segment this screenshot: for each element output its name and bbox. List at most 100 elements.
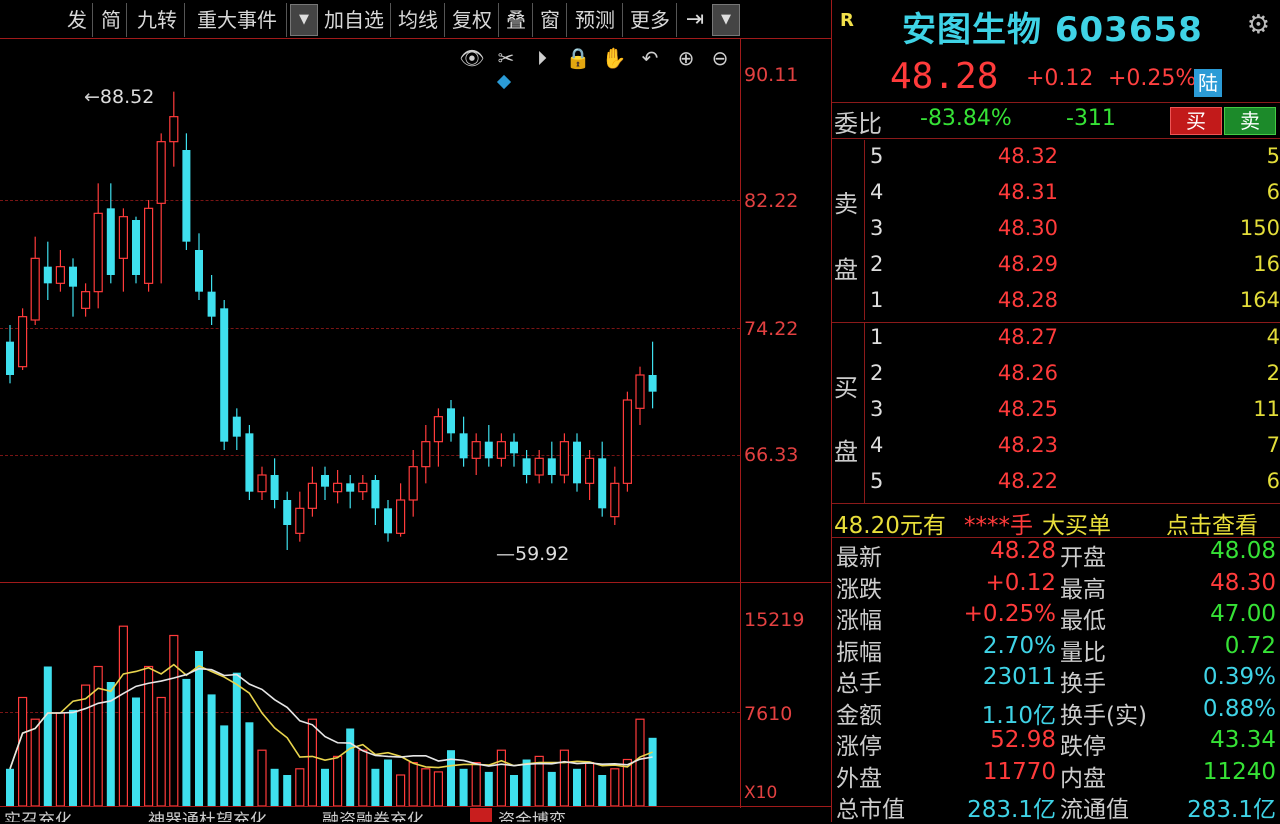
candle-body[interactable] [371, 480, 380, 509]
candle-body[interactable] [156, 141, 166, 204]
buy-level-row[interactable]: 2 48.26 2 [832, 361, 1280, 397]
candle-body[interactable] [396, 499, 406, 534]
candle-body[interactable] [80, 291, 91, 309]
candle-body[interactable] [433, 416, 443, 443]
candle-body[interactable] [93, 212, 103, 293]
candle-body[interactable] [459, 433, 468, 459]
sell-level-row[interactable]: 3 48.30 150 [832, 216, 1280, 252]
candle-body[interactable] [257, 474, 267, 493]
candle-body[interactable] [547, 458, 556, 475]
candle-body[interactable] [346, 483, 355, 492]
sell-level-row[interactable]: 4 48.31 6 [832, 180, 1280, 216]
volume-bar [195, 651, 203, 806]
candle-body[interactable] [132, 220, 140, 275]
level-volume: 6 [1266, 180, 1280, 204]
divider [832, 322, 1280, 323]
candle-body[interactable] [484, 441, 493, 459]
volume-bar [510, 775, 518, 806]
stat-row: 总市值 283.1亿 流通值 283.1亿 [832, 790, 1280, 823]
candle-body[interactable] [648, 375, 657, 392]
candle-body[interactable] [358, 482, 368, 493]
volume-tick: 7610 [744, 703, 793, 725]
volume-bar [547, 771, 556, 806]
candle-body[interactable] [573, 441, 581, 484]
buy-level-row[interactable]: 5 48.22 6 [832, 469, 1280, 505]
candle-body[interactable] [169, 116, 179, 143]
candle-body[interactable] [195, 250, 203, 292]
sell-level-row[interactable]: 1 48.28 164 [832, 288, 1280, 324]
candle-body[interactable] [307, 482, 317, 509]
volume-bar [610, 768, 620, 806]
candle-body[interactable] [610, 482, 620, 518]
level-index: 1 [870, 288, 884, 312]
candle-body[interactable] [207, 291, 216, 317]
stat-label: 开盘 [1060, 545, 1106, 571]
big-order-label: 大买单 [1042, 513, 1111, 539]
candle-body[interactable] [283, 500, 292, 525]
candle-body[interactable] [144, 207, 154, 284]
candle-body[interactable] [106, 208, 115, 275]
level-volume: 4 [1266, 325, 1280, 349]
candle-body[interactable] [471, 441, 481, 459]
big-order-link[interactable]: 点击查看 [1166, 506, 1258, 540]
stat-value: 47.00 [1210, 601, 1276, 627]
volume-bar [321, 768, 329, 806]
candle-body[interactable] [43, 266, 52, 284]
stat-label: 涨停 [836, 734, 882, 760]
candle-body[interactable] [118, 216, 129, 259]
candle-body[interactable] [447, 408, 455, 434]
volume-bar [471, 761, 481, 806]
candle-body[interactable] [534, 457, 544, 476]
gear-icon[interactable]: ⚙ [1247, 10, 1270, 40]
candle-body[interactable] [30, 257, 40, 321]
volume-tick: 15219 [744, 609, 805, 631]
candle-body[interactable] [496, 441, 506, 459]
candle-body[interactable] [408, 466, 418, 501]
big-order-bar[interactable]: 48.20元有 ****手 大买单 点击查看 [832, 504, 1280, 539]
candle-body[interactable] [321, 475, 329, 487]
buy-button[interactable]: 买 [1170, 107, 1222, 135]
high-annotation: ←88.52 [84, 86, 155, 108]
candle-body[interactable] [522, 458, 531, 475]
candle-body[interactable] [421, 441, 431, 468]
candle-body[interactable] [295, 507, 305, 534]
buy-level-row[interactable]: 1 48.27 4 [832, 325, 1280, 361]
sell-level-row[interactable]: 2 48.29 16 [832, 252, 1280, 288]
volume-ma-line [9, 663, 653, 770]
level-index: 4 [870, 433, 884, 457]
stock-title: 安图生物 603658 [902, 2, 1203, 51]
divider [832, 102, 1280, 103]
candle-body[interactable] [220, 308, 229, 442]
stat-row: 涨跌 +0.12 最高 48.30 [832, 570, 1280, 603]
candle-body[interactable] [510, 441, 518, 454]
level-index: 5 [870, 144, 884, 168]
volume-bar [459, 768, 468, 806]
buy-level-row[interactable]: 4 48.23 7 [832, 433, 1280, 469]
candle-body[interactable] [69, 266, 77, 287]
market-badge: 陆 [1194, 69, 1222, 97]
volume-bar [484, 771, 493, 806]
candle-body[interactable] [584, 457, 595, 484]
candle-body[interactable] [55, 266, 66, 284]
tab-indicator-1[interactable]: 实召充化 [4, 808, 72, 822]
candle-body[interactable] [635, 374, 645, 409]
candle-body[interactable] [18, 316, 28, 368]
candle-body[interactable] [559, 441, 570, 476]
kline-chart[interactable] [0, 0, 740, 806]
candle-body[interactable] [245, 433, 254, 492]
candle-body[interactable] [622, 399, 633, 484]
candle-body[interactable] [232, 416, 241, 437]
tab-indicator-3[interactable]: 融资融券充化 [322, 808, 424, 822]
candle-body[interactable] [182, 150, 191, 242]
buy-level-row[interactable]: 3 48.25 11 [832, 397, 1280, 433]
candle-body[interactable] [598, 458, 607, 509]
volume-bar [144, 665, 154, 806]
candle-body[interactable] [6, 341, 14, 375]
tab-indicator-4[interactable]: 资金博弈 [498, 808, 566, 822]
candle-body[interactable] [384, 508, 392, 534]
sell-level-row[interactable]: 5 48.32 5 [832, 144, 1280, 180]
candle-body[interactable] [270, 475, 279, 500]
sell-button[interactable]: 卖 [1224, 107, 1276, 135]
tab-indicator-2[interactable]: 神器通杜望充化 [148, 808, 267, 822]
candle-body[interactable] [333, 482, 343, 493]
